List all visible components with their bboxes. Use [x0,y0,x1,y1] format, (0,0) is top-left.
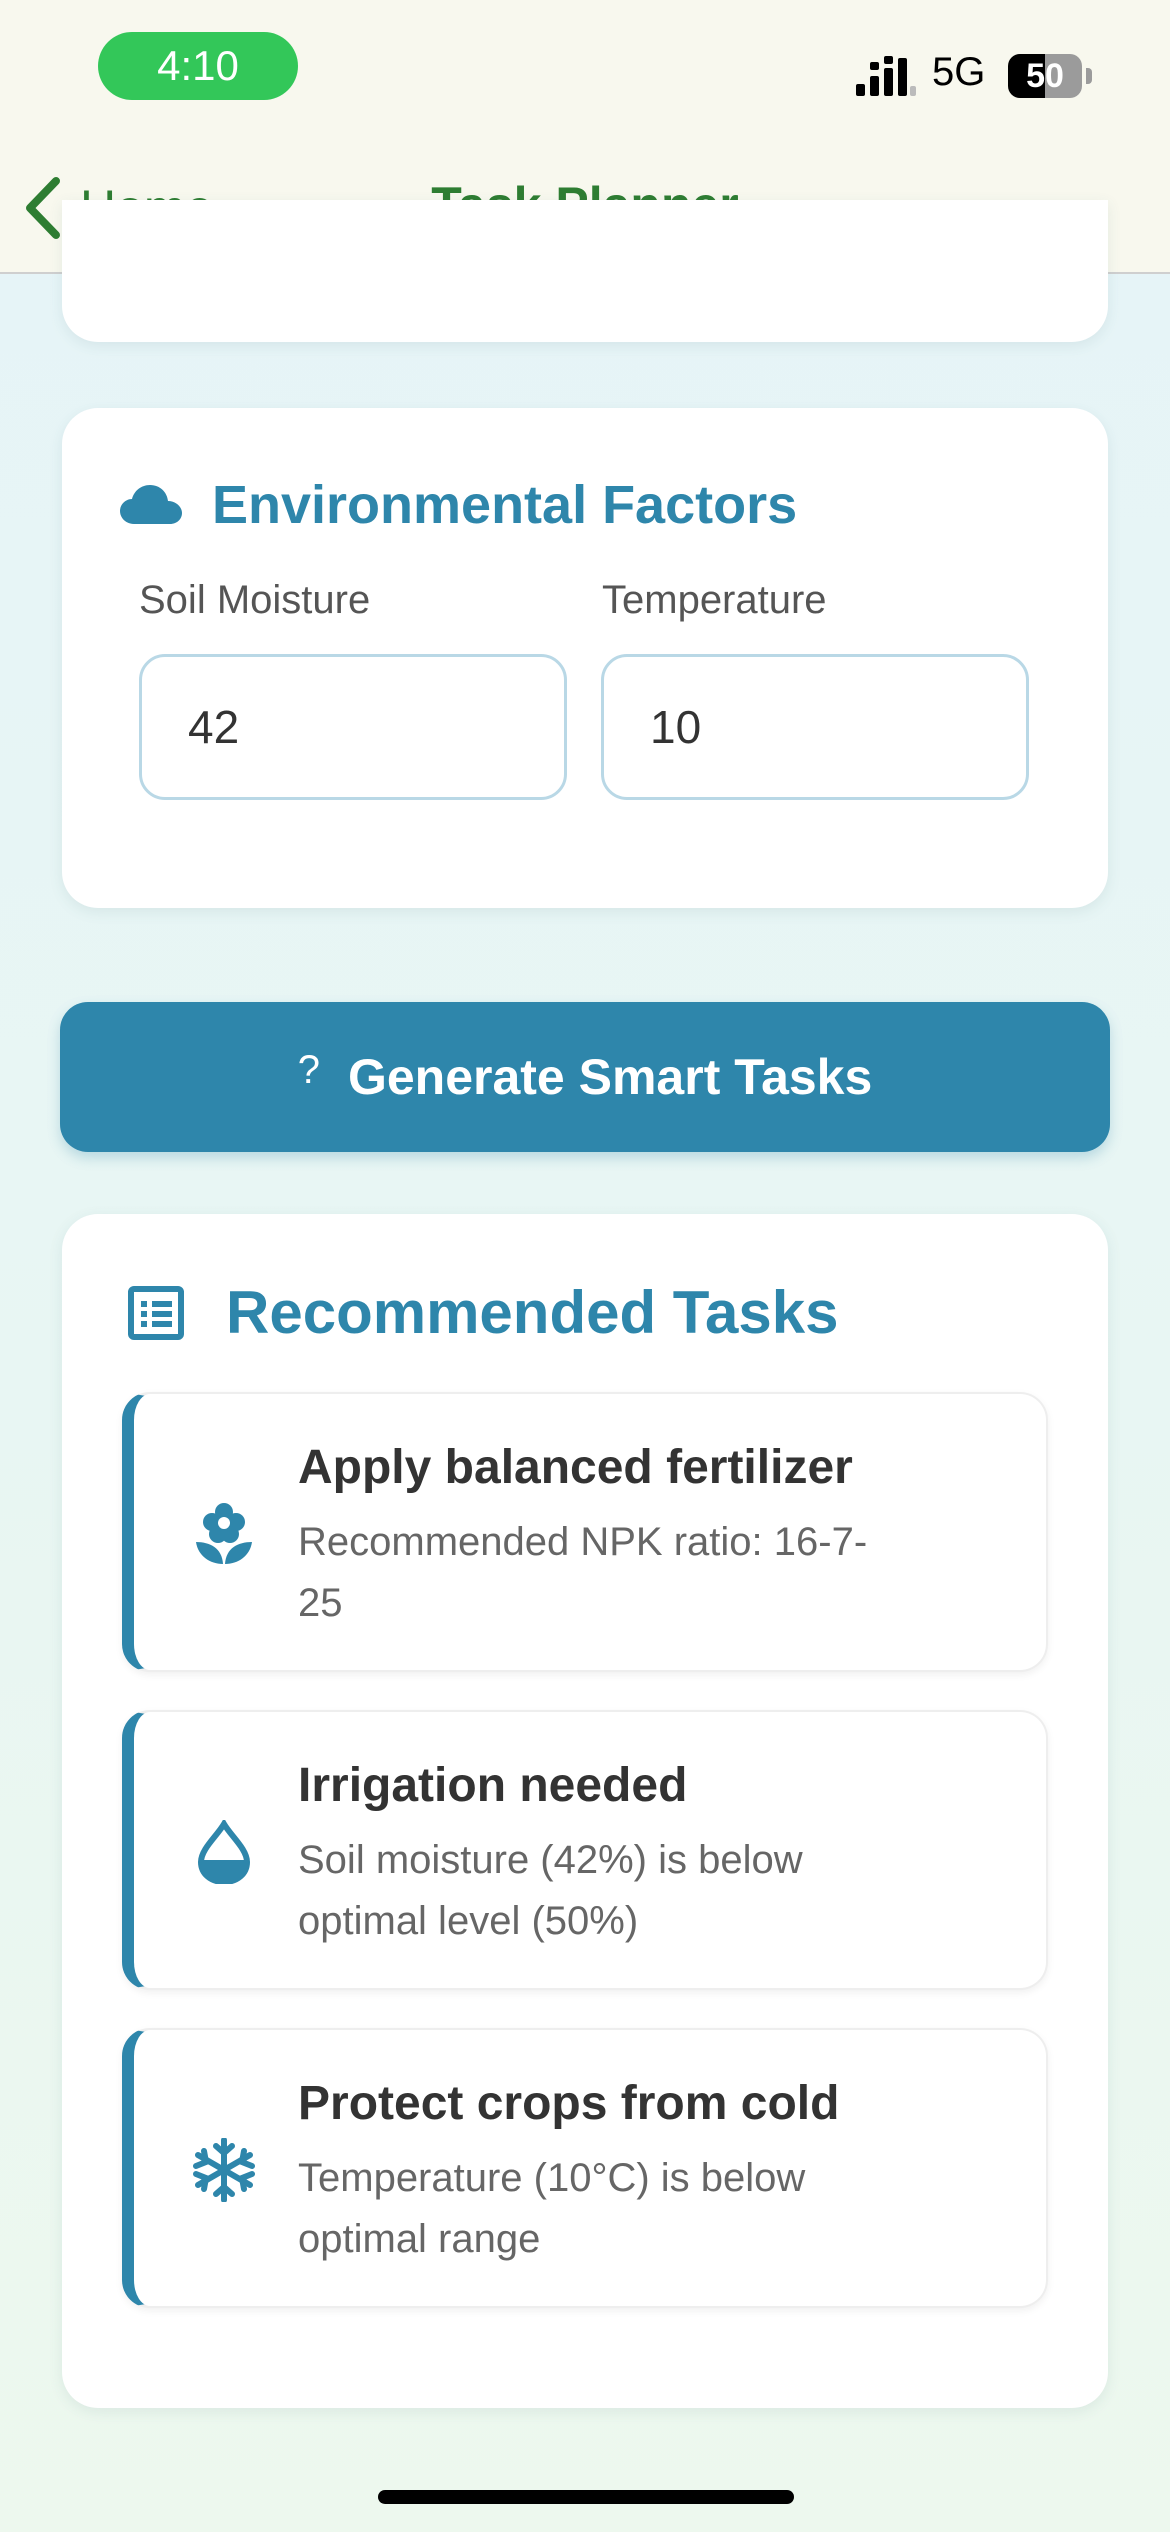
network-type: 5G [932,50,986,94]
task-item[interactable]: Apply balanced fertilizer Recommended NP… [122,1392,1048,1672]
task-title: Apply balanced fertilizer [298,1441,853,1494]
recommended-tasks-card: Recommended Tasks Apply balanced fertili… [62,1214,1108,2408]
chevron-left-icon [26,177,60,239]
status-time: 4:10 [98,32,298,100]
task-item[interactable]: Protect crops from cold Temperature (10°… [122,2028,1048,2308]
temperature-input[interactable] [601,654,1029,800]
task-title: Irrigation needed [298,1759,688,1812]
previous-card [62,200,1108,342]
generate-button-label: Generate Smart Tasks [347,1049,873,1105]
battery-icon: 50 [1008,54,1082,98]
task-title: Protect crops from cold [298,2077,840,2130]
environment-title: Environmental Factors [212,475,798,535]
battery-nub [1086,68,1092,84]
cloud-icon [120,485,182,524]
home-indicator[interactable] [378,2490,794,2504]
task-description: Soil moisture (42%) is below optimal lev… [298,1838,803,1943]
soil-moisture-label: Soil Moisture [139,578,371,622]
temperature-label: Temperature [602,578,827,622]
tasks-title: Recommended Tasks [226,1279,839,1346]
soil-moisture-input[interactable] [139,654,567,800]
list-icon [128,1285,184,1340]
task-description: Temperature (10°C) is below optimal rang… [298,2156,806,2261]
environment-header: Environmental Factors [120,474,797,536]
flower-icon [196,1503,252,1564]
environment-card: Environmental Factors Soil Moisture Temp… [62,408,1108,908]
task-description: Recommended NPK ratio: 16-7-25 [298,1520,868,1625]
water-drop-icon [197,1820,251,1884]
snowflake-icon [193,2138,255,2202]
cellular-signal-icon [856,56,916,96]
tasks-header: Recommended Tasks [128,1278,838,1347]
question-icon: ? [297,1047,320,1092]
task-item[interactable]: Irrigation needed Soil moisture (42%) is… [122,1710,1048,1990]
generate-smart-tasks-button[interactable]: ? Generate Smart Tasks [60,1002,1110,1152]
